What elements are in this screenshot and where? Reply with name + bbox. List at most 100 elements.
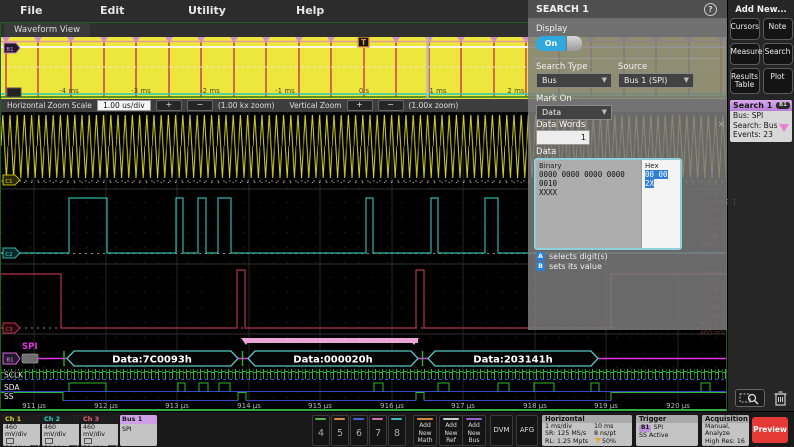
add-cursors-button[interactable]: Cursors [730,18,760,40]
search-1-bus-row: Bus: SPI [730,111,792,121]
search-mark-icon [779,124,789,132]
zoom-mode-button[interactable] [735,389,765,407]
add-new-ref-button[interactable]: AddNewRef [439,415,463,446]
svg-text:916 µs: 916 µs [380,402,404,409]
data-words-label: Data Words [536,120,585,130]
menu-file[interactable]: File [20,4,43,17]
data-words-input[interactable] [536,130,590,145]
overview-bus-badge: B1 [4,43,20,53]
vertical-zoom-label: Vertical Zoom [289,101,341,110]
binary-field[interactable]: Binary 0000 0000 0000 0000 0010 XXXX [536,160,641,248]
horizontal-panel[interactable]: Horizontal 1 ms/div10 ms SR: 125 MS/s8 n… [542,415,632,446]
channel-2-badge[interactable]: Ch 2 460 mV/div 50 MHz [42,415,79,446]
mark-on-dropdown[interactable]: Data▼ [536,105,612,120]
search-panel-body: Display On Search Type Source Bus▼ Bus 1… [528,18,727,330]
add-new-math-button[interactable]: AddNewMath [413,415,437,446]
display-toggle[interactable]: On [536,36,582,51]
svg-text:-4 ms: -4 ms [59,87,79,95]
svg-text:C2: C2 [5,252,12,258]
svg-text:913 µs: 913 µs [165,402,189,409]
svg-text:914 µs: 914 µs [237,402,261,409]
bus-badge[interactable]: B1 [3,353,20,364]
svg-text:T: T [361,38,367,47]
hint-b-row: B sets its value [536,262,602,271]
panel-splitter-handle[interactable]: ⋮⋮ [724,200,728,214]
horizontal-zoom-plus-button[interactable]: + [156,100,182,111]
horizontal-zoom-minus-button[interactable]: − [187,100,213,111]
search-panel-titlebar[interactable]: SEARCH 1 ? [528,0,727,18]
svg-text:918 µs: 918 µs [523,402,547,409]
vertical-zoom-minus-button[interactable]: − [378,100,404,111]
channel-1-badge[interactable]: Ch 1 460 mV/div 50 MHz [3,415,40,446]
channel-7-button[interactable]: 7 [369,415,387,446]
ss-label: SS [4,392,14,401]
search-type-dropdown[interactable]: Bus▼ [536,73,612,88]
trigger-source-badge: B1 [639,425,651,432]
hex-field[interactable]: Hex 00 00 2X [641,160,680,248]
channel-4-button[interactable]: 4 [312,415,330,446]
search-type-label: Search Type [536,62,587,72]
add-search-button[interactable]: Search [763,43,793,65]
knob-a-icon: A [536,252,545,261]
svg-text:1 ms: 1 ms [429,87,446,95]
menu-help[interactable]: Help [296,4,324,17]
bandwidth-icon [30,445,38,446]
toggle-on-label: On [536,36,566,51]
knob-b-icon: B [536,262,545,271]
search-panel-title: SEARCH 1 [536,4,589,15]
add-results-table-button[interactable]: Results Table [730,68,760,94]
data-entry-box[interactable]: Binary 0000 0000 0000 0000 0010 XXXX Hex… [534,158,682,250]
search-config-panel: SEARCH 1 ? Display On Search Type Source… [528,0,727,330]
source-label: Source [618,62,647,72]
dvm-button[interactable]: DVM [490,415,513,446]
svg-text:-3 ms: -3 ms [131,87,151,95]
bus-label: SPI [22,342,38,352]
vertical-zoom-plus-button[interactable]: + [347,100,373,111]
hint-a-row: A selects digit(s) [536,252,608,261]
add-plot-button[interactable]: Plot [763,68,793,94]
add-note-button[interactable]: Note [763,18,793,40]
help-icon[interactable]: ? [704,3,717,16]
hex-value-line1: 00 00 [645,170,668,179]
channel-3-badge[interactable]: Ch 3 460 mV/div 50 MHz [81,415,118,446]
bus-1-badge[interactable]: Bus 1 SPI [120,415,157,446]
search-1-badge: B1 [776,102,790,109]
svg-text:-1 ms: -1 ms [275,87,295,95]
add-new-bus-button[interactable]: AddNewBus [462,415,486,446]
trigger-position-marker[interactable]: T [358,37,369,47]
svg-text:920 µs: 920 µs [666,402,690,409]
add-measure-button[interactable]: Measure [730,43,760,65]
svg-text:911 µs: 911 µs [22,402,46,409]
bus-packet-1: Data:7C0093h [67,351,238,366]
trigger-panel[interactable]: Trigger B1 SPI SS Active [636,415,698,446]
menu-utility[interactable]: Utility [188,4,226,17]
source-dropdown[interactable]: Bus 1 (SPI)▼ [618,73,694,88]
svg-text:C1: C1 [5,179,12,185]
search-1-card[interactable]: Search 1 B1 Bus: SPI Search: Bus Events:… [730,100,792,142]
acquisition-panel[interactable]: Acquisition Manual, Analyze High Res: 16… [702,415,749,446]
menu-edit[interactable]: Edit [100,4,124,17]
search-1-card-header: Search 1 B1 [730,100,792,111]
channel-5-button[interactable]: 5 [331,415,349,446]
svg-text:B1: B1 [6,47,13,53]
channel-8-button[interactable]: 8 [388,415,406,446]
bus-handle-chip[interactable] [22,354,38,363]
afg-button[interactable]: AFG [516,415,538,446]
binary-label: Binary [539,162,638,170]
preview-button[interactable]: Preview [752,417,788,443]
zoom-box-icon [736,390,764,406]
bus-packet-2: Data:000020h [248,351,418,366]
oscilloscope-screen: File Edit Utility Help Waveform View [0,0,794,447]
toggle-knob [566,36,582,51]
horizontal-zoom-scale-input[interactable] [97,100,151,111]
chevron-down-icon: ▼ [684,74,689,87]
channel-6-button[interactable]: 6 [350,415,368,446]
sclk-waveform [1,369,726,379]
svg-text:Data:7C0093h: Data:7C0093h [112,355,192,366]
data-label: Data [536,147,556,157]
trash-icon[interactable] [773,390,788,407]
svg-text:-2 ms: -2 ms [200,87,220,95]
display-label: Display [536,24,567,34]
close-icon[interactable]: × [717,120,725,130]
tab-waveform-view[interactable]: Waveform View [4,23,90,37]
